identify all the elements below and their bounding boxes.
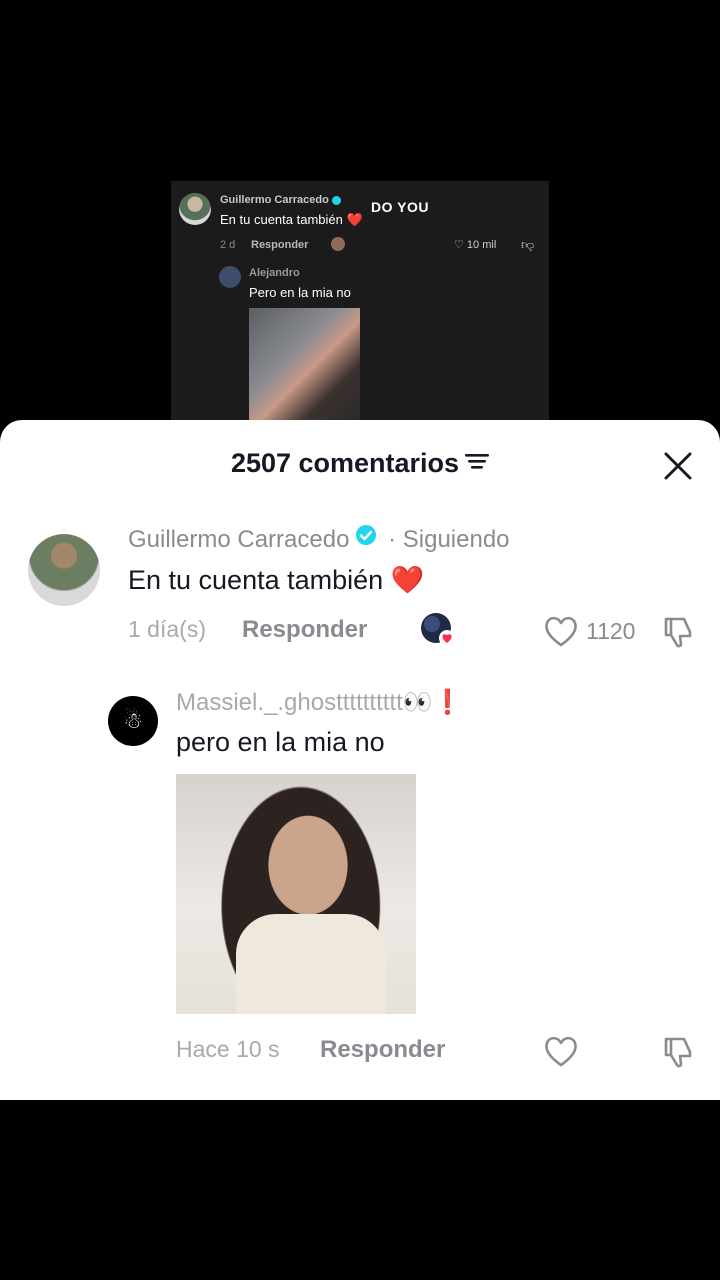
creator-liked-icon [420, 612, 456, 648]
video-dislike-icon: 👎︎ [521, 237, 535, 252]
comment-time: Hace 10 s [176, 1036, 280, 1062]
comment-header: Massiel._.ghostttttttttt👀❗ [176, 688, 463, 717]
video-comment-avatar [179, 193, 211, 225]
avatar[interactable] [28, 534, 100, 606]
video-reply-text: Pero en la mia no [249, 285, 351, 300]
exclamation-emoji: ❗ [432, 689, 463, 716]
eyes-emoji: 👀 [402, 689, 433, 716]
video-comment-author: Guillermo Carracedo [220, 194, 341, 206]
like-icon[interactable] [543, 1034, 579, 1073]
photo-detail [236, 914, 386, 1014]
dislike-icon[interactable] [660, 1034, 696, 1075]
sort-filter-icon[interactable] [465, 447, 490, 478]
video-creator-like-avatar [331, 237, 345, 251]
like-count: 1120 [586, 618, 636, 644]
video-comment-reply: Responder [251, 239, 309, 251]
video-overlay-text: DO YOU [371, 199, 429, 215]
video-comment-time: 2 d [220, 239, 236, 251]
comments-sheet: 2507 comentarios Guillermo Carracedo · S… [0, 420, 720, 1100]
dislike-icon[interactable] [660, 614, 696, 655]
following-label: Siguiendo [402, 526, 510, 553]
video-screenshot: Guillermo Carracedo En tu cuenta también… [171, 181, 549, 420]
video-comment-likes: ♡ 10 mil [454, 239, 497, 251]
comment-time: 1 día(s) [128, 616, 206, 642]
video-comment-text: En tu cuenta también ❤️ [220, 212, 363, 227]
comment-author[interactable]: Guillermo Carracedo [128, 526, 349, 553]
video-reply-author: Alejandro [249, 267, 300, 279]
close-icon[interactable] [660, 448, 696, 484]
comment-photo[interactable] [176, 774, 416, 1014]
comments-count-title: 2507 comentarios [230, 448, 460, 478]
comment-author[interactable]: Massiel._.ghostttttttttt [176, 689, 403, 716]
verified-icon [355, 524, 377, 553]
comments-header: 2507 comentarios [0, 448, 720, 479]
video-background[interactable]: Guillermo Carracedo En tu cuenta también… [0, 0, 720, 440]
heart-emoji: ❤️ [390, 565, 425, 595]
comment-text: pero en la mia no [176, 727, 385, 757]
verified-icon [331, 195, 341, 205]
reply-button[interactable]: Responder [320, 1036, 445, 1064]
separator: · [381, 526, 403, 553]
comment-text: En tu cuenta también ❤️ [128, 565, 425, 595]
comment-header: Guillermo Carracedo · Siguiendo [128, 524, 510, 554]
snoopy-icon: ☃ [123, 708, 143, 733]
reply-button[interactable]: Responder [242, 616, 367, 644]
like-icon[interactable] [543, 614, 579, 653]
avatar[interactable]: ☃ [108, 696, 158, 746]
video-reply-photo [249, 308, 360, 420]
video-reply-avatar [219, 266, 241, 288]
